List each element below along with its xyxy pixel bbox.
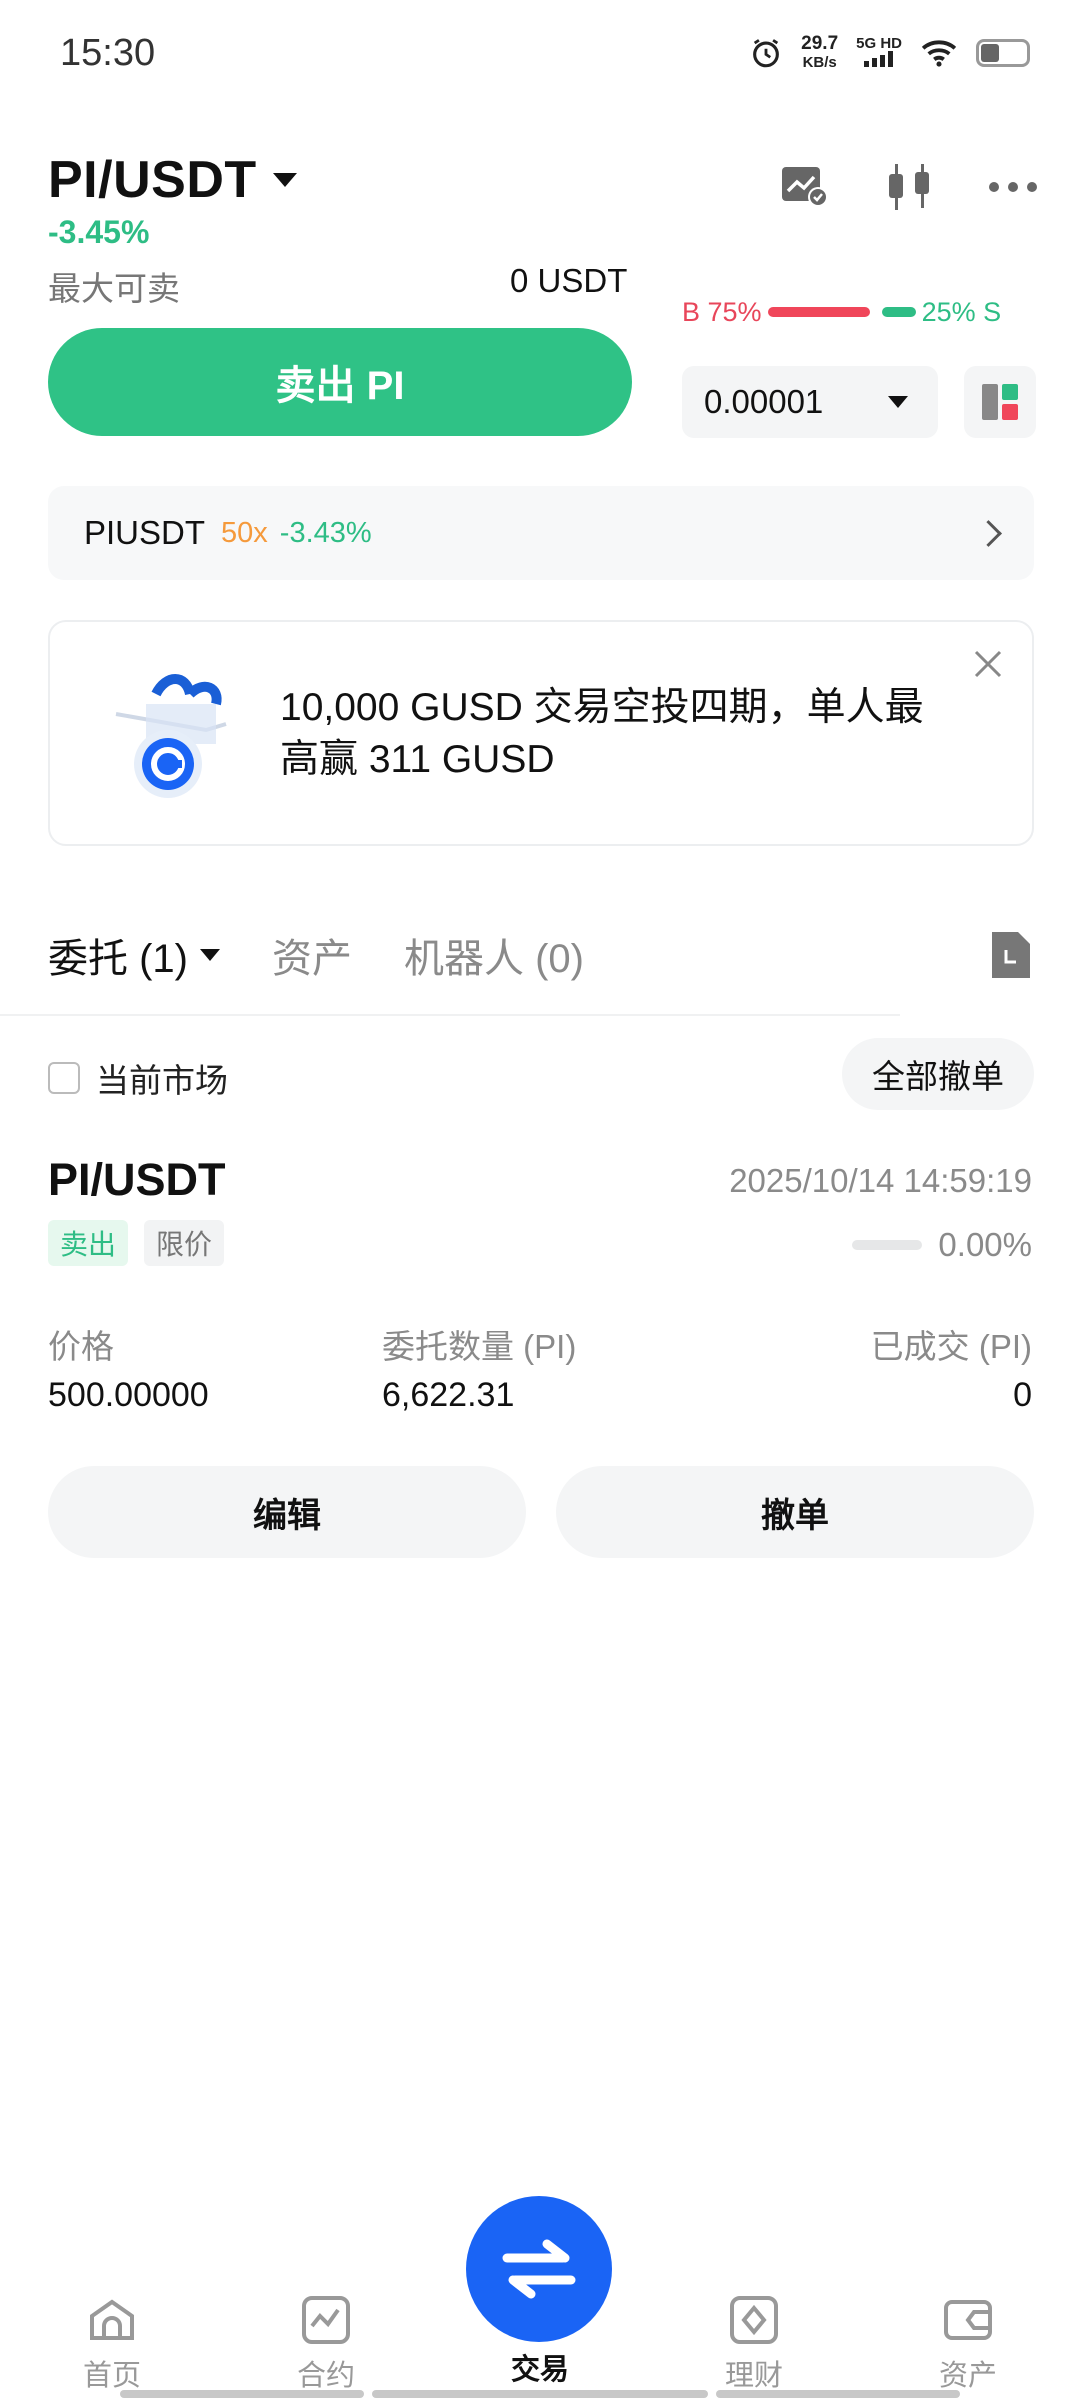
gesture-bar: [716, 2390, 960, 2398]
nav-assets-label: 资产: [938, 2360, 997, 2392]
wifi-icon: [921, 40, 957, 67]
sell-ratio-bar: [881, 307, 916, 317]
alarm-icon: [753, 39, 780, 68]
order-time: 2025/10/14 14:59:19: [729, 1162, 1032, 1199]
candlestick-icon: [889, 164, 929, 210]
wallet-icon: [944, 2300, 992, 2340]
status-time: 15:30: [60, 32, 156, 74]
nav-futures-label: 合约: [296, 2360, 355, 2392]
chevron-right-icon: [975, 519, 1002, 547]
checkbox[interactable]: [48, 1062, 80, 1094]
current-market-filter[interactable]: 当前市场: [48, 1054, 228, 1102]
more-icon: [989, 182, 1037, 192]
nav-home-label: 首页: [82, 2360, 141, 2392]
order-tabs: 委托 (1) 资产 机器人 (0): [48, 926, 636, 984]
more-button[interactable]: [986, 160, 1040, 214]
swap-icon: [502, 2239, 576, 2299]
precision-value: 0.00001: [704, 383, 824, 420]
tab-assets[interactable]: 资产: [272, 926, 352, 984]
price-label: 价格: [48, 1328, 114, 1365]
caret-down-icon: [888, 396, 908, 408]
nav-assets[interactable]: 资产: [908, 2294, 1028, 2394]
buy-ratio-bar: [767, 307, 870, 317]
gesture-bar: [120, 2390, 364, 2398]
amount-label: 委托数量 (PI): [382, 1328, 577, 1365]
current-market-label: 当前市场: [96, 1062, 228, 1099]
futures-icon: [302, 2296, 350, 2344]
chart-check-icon: [782, 167, 828, 207]
amount-value: 6,622.31: [382, 1376, 515, 1414]
fill-percent: 0.00%: [938, 1226, 1032, 1263]
promo-banner[interactable]: 10,000 GUSD 交易空投四期，单人最高赢 311 GUSD: [48, 620, 1034, 846]
max-sell-label: 最大可卖: [48, 270, 180, 307]
network-speed: 29.7 KB/s: [801, 33, 839, 71]
nav-trade-label: 交易: [510, 2354, 569, 2386]
filled-label: 已成交 (PI): [870, 1328, 1032, 1365]
signal-indicator: 5G HD: [856, 36, 902, 70]
status-icons: 29.7 KB/s 5G HD: [749, 34, 1030, 72]
cancel-order-button[interactable]: 撤单: [556, 1466, 1034, 1558]
nav-earn-label: 理财: [724, 2360, 783, 2392]
kline-button[interactable]: [882, 160, 936, 214]
contract-link[interactable]: PIUSDT 50x -3.43%: [48, 486, 1034, 580]
sell-ratio-label: 25% S: [921, 296, 1002, 327]
order-pair: PI/USDT: [48, 1154, 226, 1205]
orderbook-layout-button[interactable]: [964, 366, 1036, 438]
tab-orders[interactable]: 委托 (1): [48, 926, 220, 984]
home-icon: [90, 2299, 134, 2340]
nav-home[interactable]: 首页: [52, 2294, 172, 2394]
pair-selector[interactable]: PI/USDT: [48, 150, 297, 210]
price-value: 500.00000: [48, 1376, 209, 1414]
tab-bots[interactable]: 机器人 (0): [404, 926, 584, 984]
sell-button[interactable]: 卖出 PI: [48, 328, 632, 436]
tab-orders-label: 委托 (1): [48, 937, 188, 981]
battery-icon: [976, 39, 1030, 67]
gift-coin-icon: [115, 674, 227, 798]
precision-select[interactable]: 0.00001: [682, 366, 938, 438]
divider: [0, 1014, 900, 1016]
contract-change: -3.43%: [279, 516, 372, 549]
side-badge: 卖出: [48, 1220, 129, 1266]
cancel-all-button[interactable]: 全部撤单: [842, 1038, 1034, 1110]
nav-futures[interactable]: 合约: [266, 2294, 386, 2394]
header-actions: [778, 160, 1040, 214]
layout-icon: [982, 384, 1018, 420]
order-history-icon[interactable]: [988, 930, 1032, 980]
contract-symbol: PIUSDT: [84, 514, 206, 551]
signal-icon: [864, 51, 894, 67]
max-sell-value: 0 USDT: [510, 262, 628, 299]
fill-progress-bar: [852, 1240, 922, 1250]
edit-button[interactable]: 编辑: [48, 1466, 526, 1558]
earn-icon: [730, 2296, 778, 2344]
pair-title: PI/USDT: [48, 151, 257, 209]
close-icon[interactable]: [972, 648, 1004, 680]
buy-ratio-label: B 75%: [682, 296, 762, 327]
buy-sell-ratio: B 75% 25% S: [682, 294, 1036, 330]
caret-down-icon: [272, 173, 297, 187]
promo-text: 10,000 GUSD 交易空投四期，单人最高赢 311 GUSD: [280, 686, 924, 781]
filled-value: 0: [1013, 1376, 1032, 1414]
caret-down-icon: [200, 949, 220, 961]
leverage-label: 50x: [221, 516, 268, 549]
nav-trade-button[interactable]: [466, 2196, 612, 2342]
order-type-badge: 限价: [144, 1220, 225, 1266]
price-change: -3.45%: [48, 214, 150, 250]
chart-settings-button[interactable]: [778, 160, 832, 214]
nav-earn[interactable]: 理财: [694, 2294, 814, 2394]
gesture-bar: [372, 2390, 708, 2398]
